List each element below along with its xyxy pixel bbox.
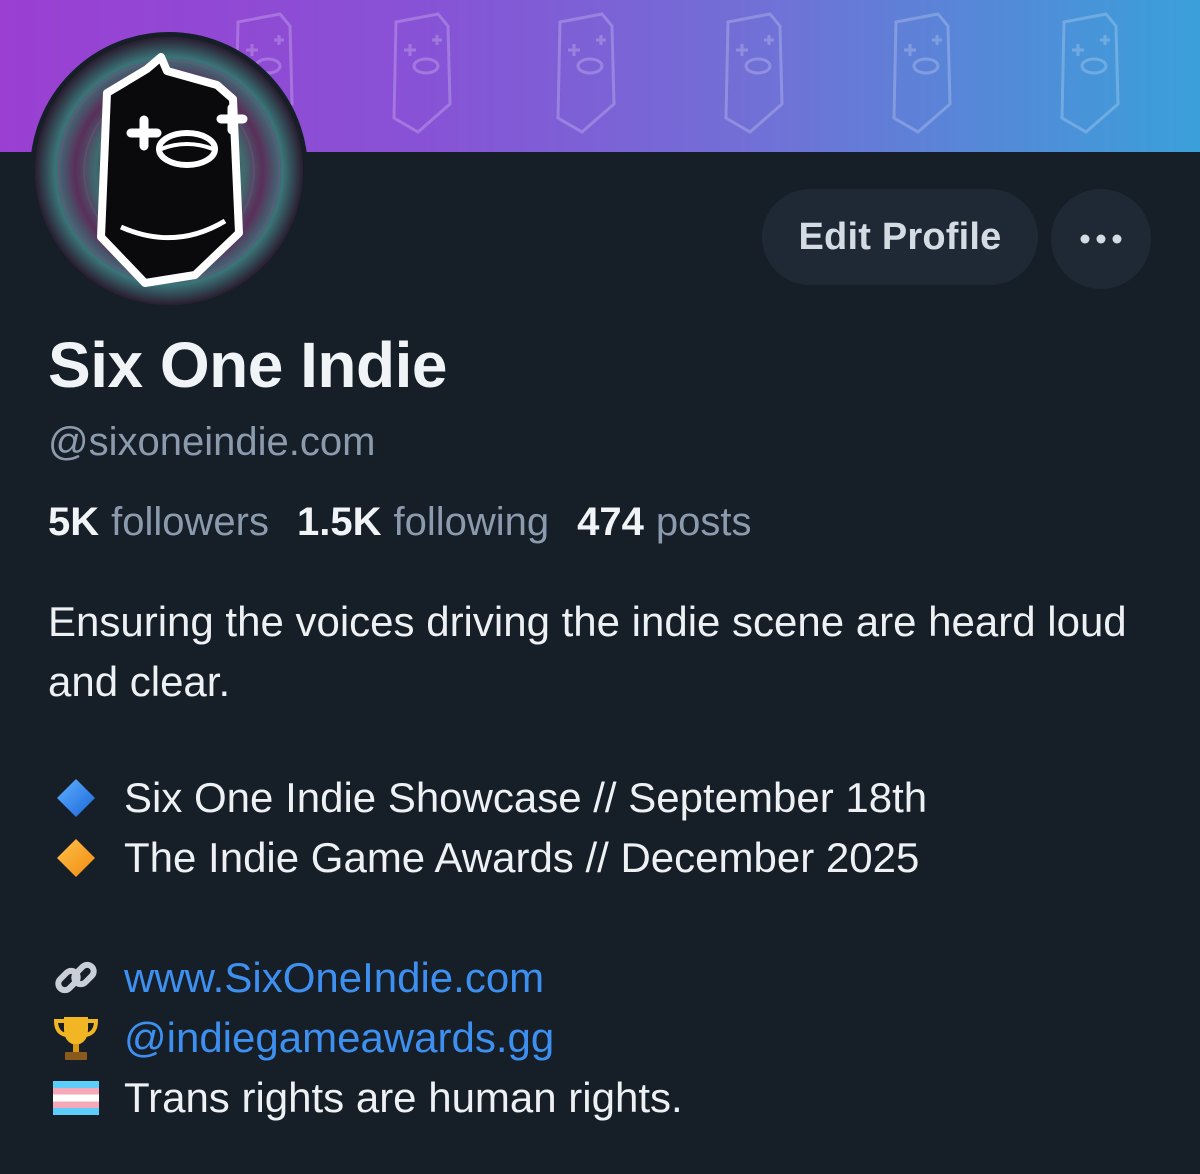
bio-line-showcase: Six One Indie Showcase // September 18th <box>48 768 927 828</box>
bio-line-awards: The Indie Game Awards // December 2025 <box>48 828 919 888</box>
awards-handle-link[interactable]: @indiegameawards.gg <box>124 1014 554 1062</box>
blue-diamond-icon <box>48 770 104 826</box>
bio-line-trans-rights: Trans rights are human rights. <box>48 1068 683 1128</box>
bio-line-awards-handle: @indiegameawards.gg <box>48 1008 554 1068</box>
orange-diamond-icon <box>48 830 104 886</box>
display-name: Six One Indie <box>48 329 447 401</box>
trophy-icon <box>48 1010 104 1066</box>
followers-label: followers <box>111 500 269 544</box>
profile-page: Edit Profile Six One Indie @sixoneindie.… <box>0 0 1200 1174</box>
more-options-button[interactable] <box>1051 189 1151 289</box>
bio-line-text: Trans rights are human rights. <box>124 1074 683 1121</box>
profile-stats: 5K followers 1.5K following 474 posts <box>48 500 780 545</box>
bio-intro: Ensuring the voices driving the indie sc… <box>48 598 1127 705</box>
bio-line-website: www.SixOneIndie.com <box>48 948 544 1008</box>
edit-profile-label: Edit Profile <box>798 215 1002 258</box>
posts-count: 474 <box>577 500 644 544</box>
edit-profile-button[interactable]: Edit Profile <box>762 189 1038 285</box>
following-stat[interactable]: 1.5K following <box>297 500 549 545</box>
avatar-mascot-icon <box>35 37 303 305</box>
avatar[interactable] <box>30 32 308 310</box>
posts-stat: 474 posts <box>577 500 751 545</box>
trans-flag-icon <box>48 1070 104 1126</box>
following-label: following <box>393 500 550 544</box>
bio-line-text: The Indie Game Awards // December 2025 <box>124 834 920 881</box>
followers-count: 5K <box>48 500 100 544</box>
followers-stat[interactable]: 5K followers <box>48 500 269 545</box>
website-link[interactable]: www.SixOneIndie.com <box>124 954 544 1002</box>
posts-label: posts <box>655 500 752 544</box>
following-count: 1.5K <box>296 500 382 544</box>
link-icon <box>48 950 104 1006</box>
ellipsis-icon <box>1080 234 1122 244</box>
handle: @sixoneindie.com <box>48 420 376 464</box>
bio-line-text: Six One Indie Showcase // September 18th <box>124 774 928 821</box>
